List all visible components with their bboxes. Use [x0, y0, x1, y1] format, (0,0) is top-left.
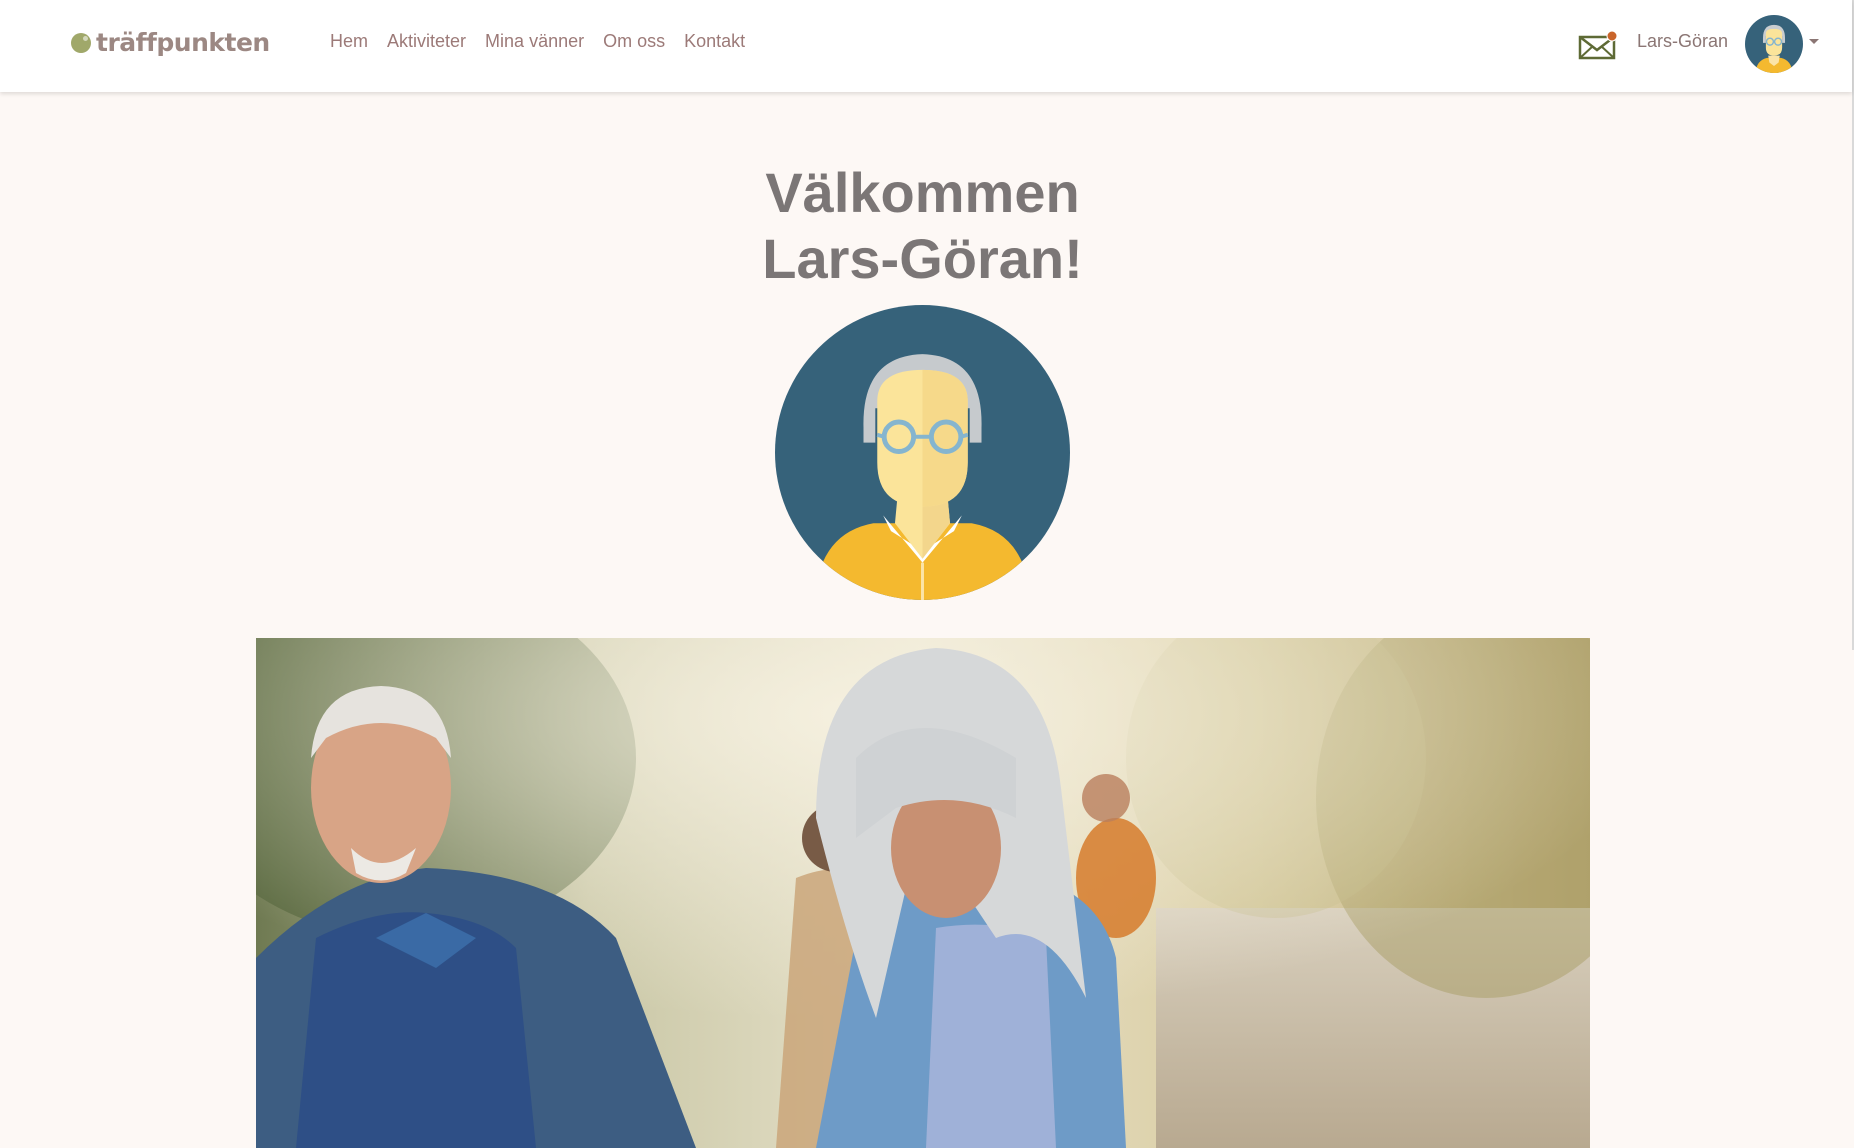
- logo-icon: [71, 32, 91, 53]
- profile-avatar: [775, 305, 1070, 600]
- nav-item-hem[interactable]: Hem: [330, 31, 368, 52]
- welcome-line-2: Lars-Göran!: [762, 227, 1083, 290]
- welcome-heading: Välkommen Lars-Göran!: [0, 160, 1845, 292]
- logo-link[interactable]: träffpunkten: [71, 28, 270, 57]
- nav-item-aktiviteter[interactable]: Aktiviteter: [387, 31, 466, 52]
- messages-button[interactable]: [1578, 30, 1618, 60]
- avatar: [1745, 15, 1803, 73]
- chevron-down-icon: [1809, 38, 1819, 44]
- main-nav: Hem Aktiviteter Mina vänner Om oss Konta…: [330, 31, 764, 52]
- welcome-line-1: Välkommen: [765, 161, 1080, 224]
- envelope-icon: [1578, 30, 1618, 60]
- user-name: Lars-Göran: [1637, 31, 1729, 51]
- nav-item-kontakt[interactable]: Kontakt: [684, 31, 745, 52]
- nav-item-mina-vanner[interactable]: Mina vänner: [485, 31, 584, 52]
- nav-item-om-oss[interactable]: Om oss: [603, 31, 665, 52]
- top-navbar: träffpunkten Hem Aktiviteter Mina vänner…: [0, 0, 1852, 92]
- logo-text: träffpunkten: [96, 28, 270, 57]
- user-menu-toggle[interactable]: [1745, 15, 1819, 73]
- hero-image: [256, 638, 1590, 1148]
